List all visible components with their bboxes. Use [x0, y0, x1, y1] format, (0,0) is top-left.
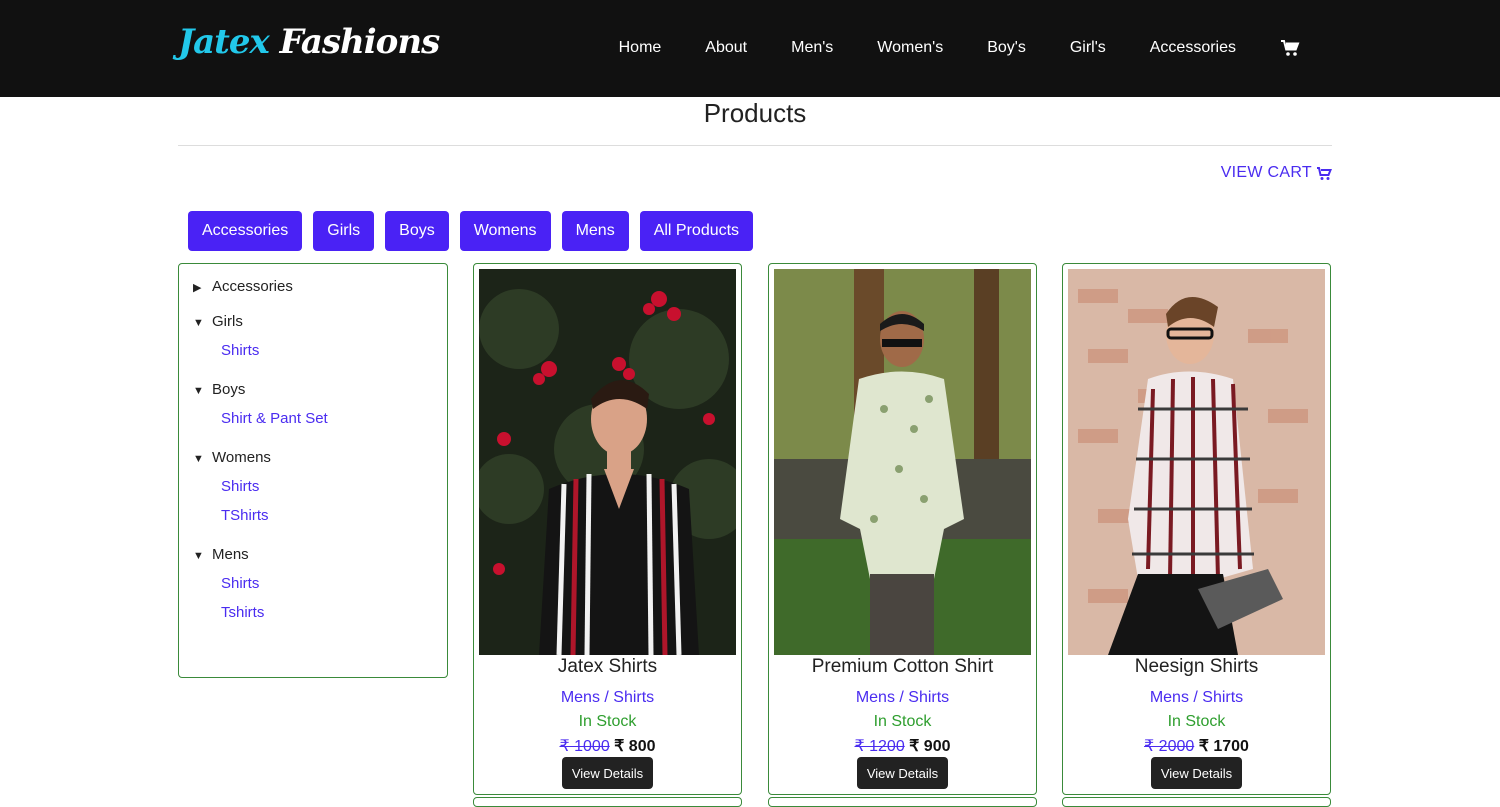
- sidebar-link-girls-shirts[interactable]: Shirts: [221, 342, 447, 359]
- nav-boys[interactable]: Boy's: [987, 38, 1026, 58]
- nav-womens[interactable]: Women's: [877, 38, 943, 58]
- product-price: ₹ 1200 ₹ 900: [854, 738, 951, 755]
- product-image[interactable]: [479, 269, 736, 655]
- product-card: Neesign Shirts Mens / Shirts In Stock ₹ …: [1062, 263, 1331, 795]
- category-sidebar: ▶ Accessories ▼ Girls Shirts ▼ Boys Shirt &…: [178, 263, 448, 678]
- main-nav: Home About Men's Women's Boy's Girl's Ac…: [575, 38, 1300, 58]
- sidebar-category-accessories[interactable]: ▶ Accessories: [193, 278, 447, 295]
- product-category[interactable]: Mens / Shirts: [1063, 689, 1330, 707]
- product-price: ₹ 2000 ₹ 1700: [1144, 738, 1249, 755]
- nav-mens[interactable]: Men's: [791, 38, 833, 58]
- sidebar-category-womens[interactable]: ▼ Womens: [193, 449, 447, 466]
- product-image[interactable]: [1068, 269, 1325, 655]
- nav-accessories[interactable]: Accessories: [1150, 38, 1236, 58]
- product-name[interactable]: Jatex Shirts: [474, 656, 741, 678]
- filter-all-products-button[interactable]: All Products: [639, 211, 754, 251]
- product-image[interactable]: [774, 269, 1031, 655]
- brand-logo[interactable]: Jatex Fashions: [178, 22, 440, 62]
- filter-mens-button[interactable]: Mens: [561, 211, 629, 251]
- divider: [178, 145, 1332, 146]
- top-navbar: Jatex Fashions Home About Men's Women's …: [0, 0, 1500, 97]
- view-details-button[interactable]: View Details: [857, 757, 948, 789]
- sidebar-link-boys-shirt-pant-set[interactable]: Shirt & Pant Set: [221, 410, 447, 427]
- view-details-button[interactable]: View Details: [1151, 757, 1242, 789]
- sidebar-link-womens-tshirts[interactable]: TShirts: [221, 507, 447, 524]
- triangle-down-icon: ▼: [193, 317, 204, 329]
- page-title: Products: [703, 98, 807, 128]
- triangle-down-icon: ▼: [193, 453, 204, 465]
- cart-icon[interactable]: [1280, 39, 1300, 57]
- sidebar-link-womens-shirts[interactable]: Shirts: [221, 478, 447, 495]
- cart-trolley-icon: [1317, 167, 1332, 180]
- product-card-next-row: [473, 797, 742, 807]
- sidebar-category-girls[interactable]: ▼ Girls: [193, 313, 447, 330]
- sidebar-category-boys[interactable]: ▼ Boys: [193, 381, 447, 398]
- product-category[interactable]: Mens / Shirts: [474, 689, 741, 707]
- product-card: Premium Cotton Shirt Mens / Shirts In St…: [768, 263, 1037, 795]
- category-filters: Accessories Girls Boys Womens Mens All P…: [188, 211, 764, 251]
- product-name[interactable]: Neesign Shirts: [1063, 656, 1330, 678]
- stock-status: In Stock: [578, 713, 637, 730]
- sidebar-link-mens-tshirts[interactable]: Tshirts: [221, 604, 447, 621]
- filter-boys-button[interactable]: Boys: [385, 211, 449, 251]
- product-card-next-row: [1062, 797, 1331, 807]
- triangle-down-icon: ▼: [193, 385, 204, 397]
- nav-girls[interactable]: Girl's: [1070, 38, 1106, 58]
- view-cart-link[interactable]: VIEW CART: [1221, 164, 1332, 182]
- nav-home[interactable]: Home: [619, 38, 662, 58]
- filter-girls-button[interactable]: Girls: [313, 211, 375, 251]
- triangle-right-icon: ▶: [193, 282, 202, 294]
- view-details-button[interactable]: View Details: [562, 757, 653, 789]
- product-card: Jatex Shirts Mens / Shirts In Stock ₹ 10…: [473, 263, 742, 795]
- stock-status: In Stock: [873, 713, 932, 730]
- filter-accessories-button[interactable]: Accessories: [188, 211, 303, 251]
- product-name[interactable]: Premium Cotton Shirt: [769, 656, 1036, 678]
- product-price: ₹ 1000 ₹ 800: [559, 738, 656, 755]
- triangle-down-icon: ▼: [193, 550, 204, 562]
- filter-womens-button[interactable]: Womens: [459, 211, 551, 251]
- product-card-next-row: [768, 797, 1037, 807]
- nav-about[interactable]: About: [705, 38, 747, 58]
- stock-status: In Stock: [1167, 713, 1226, 730]
- product-category[interactable]: Mens / Shirts: [769, 689, 1036, 707]
- sidebar-category-mens[interactable]: ▼ Mens: [193, 546, 447, 563]
- sidebar-link-mens-shirts[interactable]: Shirts: [221, 575, 447, 592]
